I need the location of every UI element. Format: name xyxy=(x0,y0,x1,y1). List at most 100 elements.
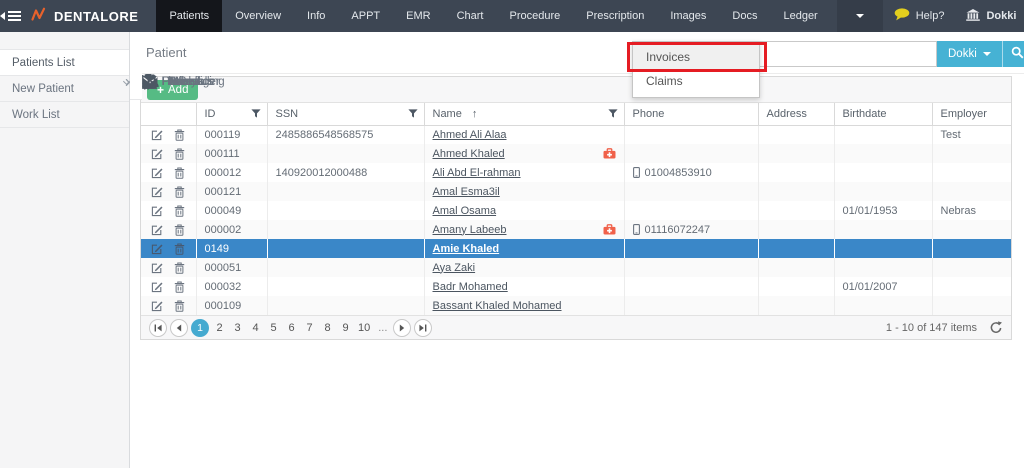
edit-icon[interactable] xyxy=(151,167,163,179)
edit-icon[interactable] xyxy=(151,300,163,312)
table-row-badr-mohamed[interactable]: 000032Badr Mohamed01/01/2007 xyxy=(141,277,1011,296)
pager-page-10[interactable]: 10 xyxy=(356,322,372,334)
sidebar-item-analytics[interactable]: Analytics xyxy=(130,64,142,100)
edit-icon[interactable] xyxy=(151,262,163,274)
dropdown-item-invoices[interactable]: Invoices xyxy=(633,45,759,69)
sidebar-collapse-icon[interactable] xyxy=(0,0,21,32)
pager-next-button[interactable] xyxy=(393,319,411,337)
column-header-address[interactable]: Address xyxy=(758,103,834,125)
pager-page-2[interactable]: 2 xyxy=(212,322,227,334)
nav-item-chart[interactable]: Chart xyxy=(444,0,497,32)
trash-icon[interactable] xyxy=(174,281,185,293)
trash-icon[interactable] xyxy=(174,148,185,160)
nav-item-ledger[interactable]: Ledger xyxy=(770,0,830,32)
cell-name: Aya Zaki xyxy=(424,258,624,277)
table-row-ali-abd-el-rahman[interactable]: 000012140920012000488Ali Abd El-rahman01… xyxy=(141,163,1011,182)
patient-name-link[interactable]: Bassant Khaled Mohamed xyxy=(433,300,562,312)
patient-name-link[interactable]: Amal Osama xyxy=(433,205,497,217)
patient-name-link[interactable]: Aya Zaki xyxy=(433,262,476,274)
edit-icon[interactable] xyxy=(151,186,163,198)
table-row-bassant-khaled-mohamed[interactable]: 000109 Bassant Khaled Mohamed xyxy=(141,296,1011,315)
pager-page-6[interactable]: 6 xyxy=(284,322,299,334)
patient-name-link[interactable]: Amany Labeeb xyxy=(433,224,507,236)
pager-page-4[interactable]: 4 xyxy=(248,322,263,334)
patient-name-link[interactable]: Amal Esma3il xyxy=(433,186,500,198)
nav-item-procedure[interactable]: Procedure xyxy=(496,0,573,32)
table-row-amal-esma3il[interactable]: 000121Amal Esma3il xyxy=(141,182,1011,201)
filter-funnel-icon[interactable] xyxy=(608,109,618,118)
pager-page-5[interactable]: 5 xyxy=(266,322,281,334)
nav-item-overview[interactable]: Overview xyxy=(222,0,294,32)
patient-name-link[interactable]: Badr Mohamed xyxy=(433,281,508,293)
pager-page-3[interactable]: 3 xyxy=(230,322,245,334)
edit-icon[interactable] xyxy=(151,129,163,141)
table-row-amie-khaled[interactable]: 0149Amie Khaled xyxy=(141,239,1011,258)
trash-icon[interactable] xyxy=(174,300,185,312)
cell-id: 000051 xyxy=(196,258,267,277)
edit-icon[interactable] xyxy=(151,281,163,293)
column-header-employer[interactable]: Employer xyxy=(932,103,1011,125)
dropdown-item-claims[interactable]: Claims xyxy=(633,69,759,93)
brand-logo[interactable]: DENTALORE xyxy=(31,0,138,32)
patient-name-link[interactable]: Ali Abd El-rahman xyxy=(433,167,521,179)
cell-employer xyxy=(932,163,1011,182)
refresh-icon[interactable] xyxy=(989,321,1003,335)
actions-cell xyxy=(141,182,196,201)
search-scope-button[interactable]: Dokki xyxy=(937,41,1002,67)
pager-last-button[interactable] xyxy=(414,319,432,337)
trash-icon[interactable] xyxy=(174,224,185,236)
column-header-phone[interactable]: Phone xyxy=(624,103,758,125)
cell-ssn xyxy=(267,296,424,315)
edit-icon[interactable] xyxy=(151,243,163,255)
column-header-birthdate[interactable]: Birthdate xyxy=(834,103,932,125)
search-button[interactable] xyxy=(1002,41,1024,67)
trash-icon[interactable] xyxy=(174,243,185,255)
edit-icon[interactable] xyxy=(151,148,163,160)
patient-name-link[interactable]: Ahmed Ali Alaa xyxy=(433,129,507,141)
cell-phone xyxy=(624,277,758,296)
nav-item-images[interactable]: Images xyxy=(657,0,719,32)
column-header-id[interactable]: ID xyxy=(196,103,267,125)
nav-item-emr[interactable]: EMR xyxy=(393,0,443,32)
table-row-ahmed-ali-alaa[interactable]: 0001192485886548568575Ahmed Ali AlaaTest xyxy=(141,125,1011,144)
table-row-aya-zaki[interactable]: 000051 Aya Zaki xyxy=(141,258,1011,277)
column-header-ssn[interactable]: SSN xyxy=(267,103,424,125)
nav-more-dropdown[interactable] xyxy=(837,0,883,32)
table-row-ahmed-khaled[interactable]: 000111Ahmed Khaled xyxy=(141,144,1011,163)
pager-page-8[interactable]: 8 xyxy=(320,322,335,334)
patient-name-link[interactable]: Ahmed Khaled xyxy=(433,148,505,160)
sidebar-item-new-patient[interactable]: New Patient xyxy=(0,76,129,102)
grid-toolbar: + Add xyxy=(141,77,1011,103)
trash-icon[interactable] xyxy=(174,205,185,217)
filter-funnel-icon[interactable] xyxy=(251,109,261,118)
nav-item-patients[interactable]: Patients xyxy=(156,0,222,32)
pager-page-1[interactable]: 1 xyxy=(191,319,209,337)
sidebar-item-work-list[interactable]: Work List xyxy=(0,102,129,128)
patient-name-link[interactable]: Amie Khaled xyxy=(433,243,500,255)
help-button[interactable]: Help? xyxy=(883,8,956,24)
pager-prev-button[interactable] xyxy=(170,319,188,337)
nav-item-docs[interactable]: Docs xyxy=(719,0,770,32)
edit-icon[interactable] xyxy=(151,205,163,217)
cell-id: 000109 xyxy=(196,296,267,315)
nav-item-prescription[interactable]: Prescription xyxy=(573,0,657,32)
column-header-name[interactable]: Name↑ xyxy=(424,103,624,125)
trash-icon[interactable] xyxy=(174,262,185,274)
clinic-button[interactable]: Dokki xyxy=(955,9,1024,24)
column-label: Birthdate xyxy=(843,108,887,120)
trash-icon[interactable] xyxy=(174,167,185,179)
cell-ssn xyxy=(267,258,424,277)
nav-item-appt[interactable]: APPT xyxy=(338,0,393,32)
trash-icon[interactable] xyxy=(174,186,185,198)
pager-page-7[interactable]: 7 xyxy=(302,322,317,334)
pager-first-button[interactable] xyxy=(149,319,167,337)
pager-page-9[interactable]: 9 xyxy=(338,322,353,334)
pager-info-cluster: 1 - 10 of 147 items xyxy=(886,321,1003,335)
table-row-amal-osama[interactable]: 000049Amal Osama01/01/1953Nebras xyxy=(141,201,1011,220)
nav-item-info[interactable]: Info xyxy=(294,0,338,32)
edit-icon[interactable] xyxy=(151,224,163,236)
sidebar-item-patients-list[interactable]: Patients List xyxy=(0,50,129,76)
trash-icon[interactable] xyxy=(174,129,185,141)
filter-funnel-icon[interactable] xyxy=(408,109,418,118)
table-row-amany-labeeb[interactable]: 000002Amany Labeeb01116072247 xyxy=(141,220,1011,239)
